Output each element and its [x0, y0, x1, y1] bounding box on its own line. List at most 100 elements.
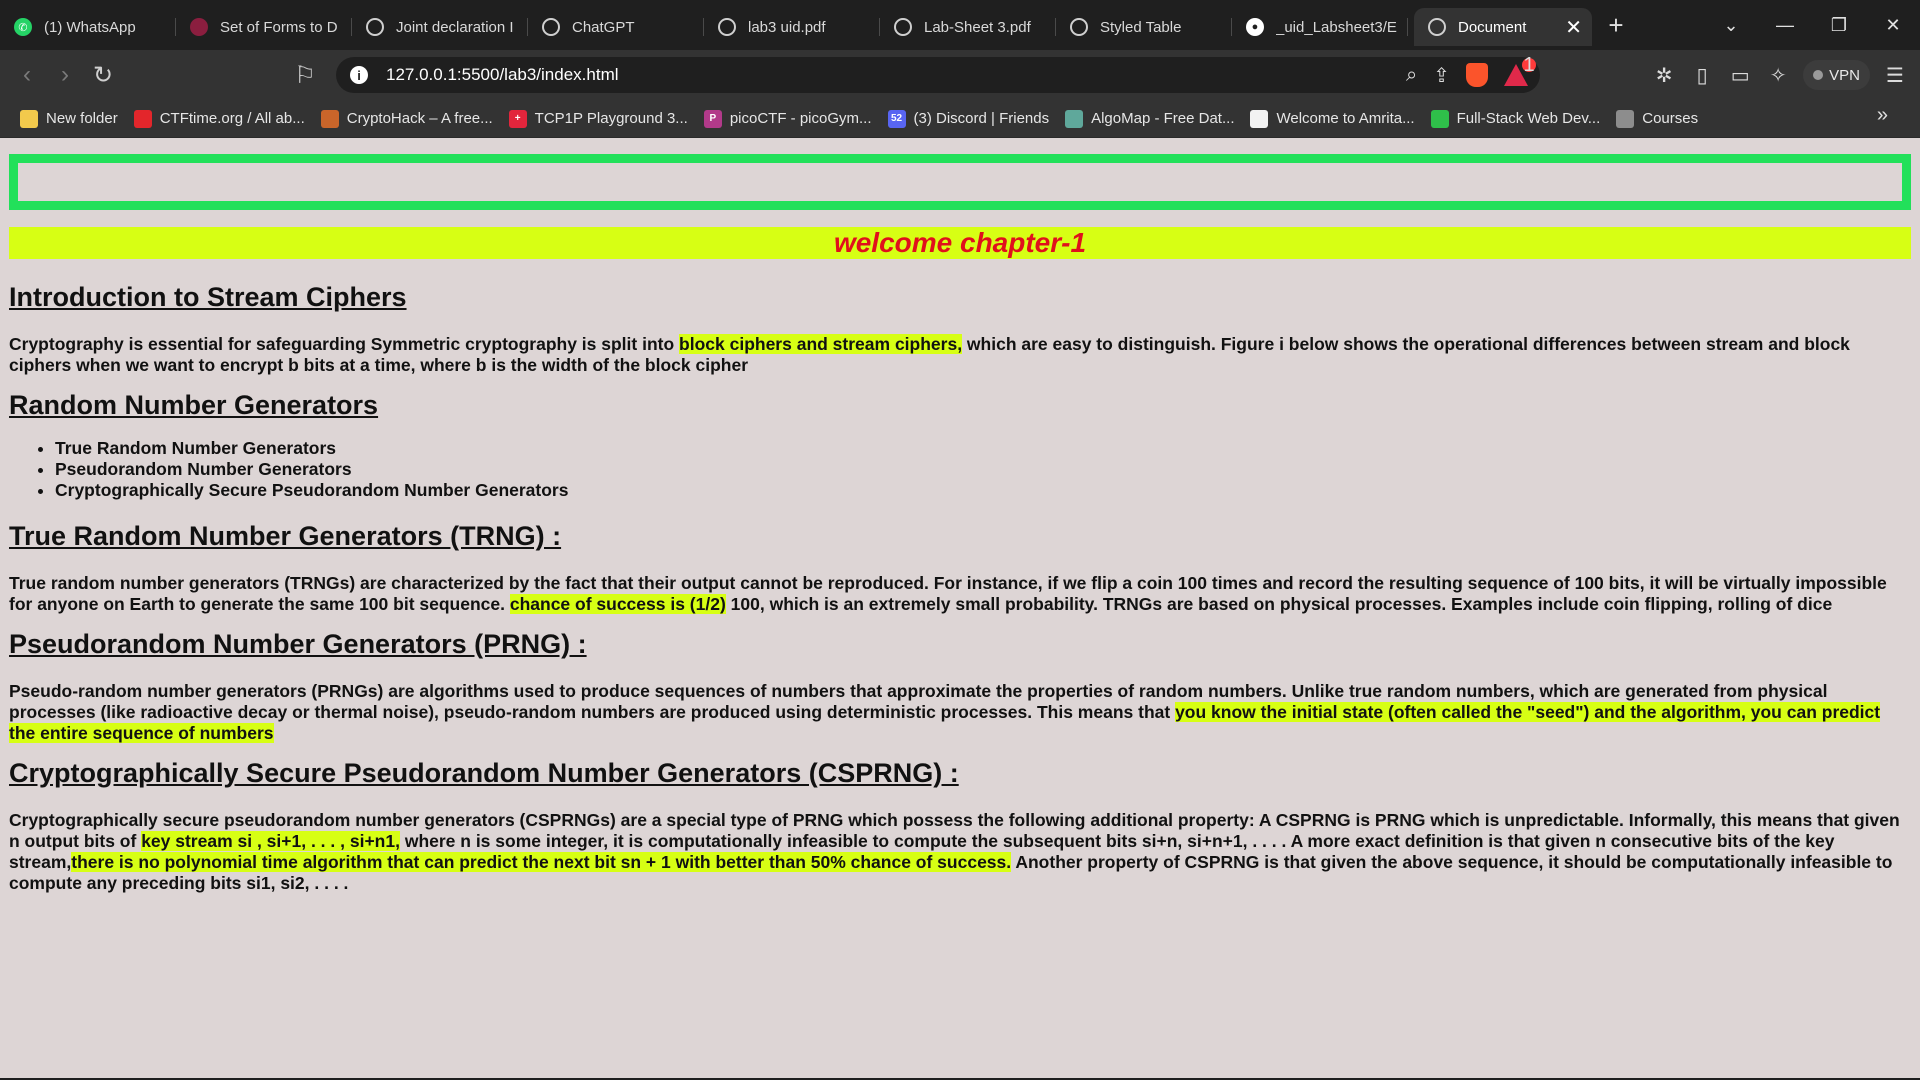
paragraph-csprng: Cryptographically secure pseudorandom nu…: [9, 810, 1909, 894]
tcp1p-icon: +: [508, 109, 527, 128]
address-bar-actions: ⌕ ⇪ 1: [1406, 55, 1536, 93]
heading-prng: Pseudorandom Number Generators (PRNG) :: [9, 629, 587, 659]
github-icon: ●: [1246, 18, 1264, 36]
green-bordered-box: [9, 154, 1911, 210]
bookmark-item[interactable]: + TCP1P Playground 3...: [501, 104, 696, 134]
heading-csprng: Cryptographically Secure Pseudorandom Nu…: [9, 758, 959, 788]
bookmark-label: picoCTF - picoGym...: [729, 110, 872, 127]
tab-7[interactable]: ● _uid_Labsheet3/E: [1232, 8, 1408, 46]
tab-search-chevron-icon[interactable]: ⌄: [1704, 0, 1758, 50]
rng-list: True Random Number Generators Pseudorand…: [55, 438, 1909, 501]
chatgpt-icon: ✣: [542, 18, 560, 36]
globe-icon: [718, 18, 736, 36]
bookmark-label: CryptoHack – A free...: [346, 110, 493, 127]
heading-intro: Introduction to Stream Ciphers: [9, 282, 407, 312]
discord-icon: 52: [887, 109, 906, 128]
bookmark-item[interactable]: Welcome to Amrita...: [1242, 104, 1422, 134]
tab-4[interactable]: lab3 uid.pdf: [704, 8, 880, 46]
brave-shields-icon[interactable]: [1466, 63, 1488, 87]
close-window-icon[interactable]: ✕: [1866, 0, 1920, 50]
bookmark-label: Full-Stack Web Dev...: [1456, 110, 1601, 127]
list-item: Cryptographically Secure Pseudorandom Nu…: [55, 480, 1909, 501]
share-icon[interactable]: ⇪: [1433, 63, 1450, 88]
reload-button[interactable]: ↻: [84, 56, 122, 94]
vpn-label: VPN: [1829, 66, 1860, 84]
wallet-icon[interactable]: ▭: [1721, 56, 1759, 94]
bookmark-label: Courses: [1642, 110, 1699, 127]
paragraph-intro: Cryptography is essential for safeguardi…: [9, 334, 1909, 376]
bookmark-item[interactable]: Full-Stack Web Dev...: [1423, 104, 1609, 134]
more-bookmarks-icon[interactable]: »: [1877, 104, 1888, 127]
address-bar[interactable]: i 127.0.0.1:5500/lab3/index.html ⌕ ⇪ 1: [336, 55, 1540, 93]
trng-highlight: chance of success is (1/2): [509, 594, 726, 614]
tab-0[interactable]: ✆ (1) WhatsApp: [0, 8, 176, 46]
globe-icon: [1070, 18, 1088, 36]
leo-ai-icon[interactable]: ✧: [1759, 56, 1797, 94]
globe-icon: [1428, 18, 1446, 36]
zoom-icon[interactable]: ⌕: [1406, 64, 1417, 87]
list-item: True Random Number Generators: [55, 438, 1909, 459]
url-text[interactable]: 127.0.0.1:5500/lab3/index.html: [386, 65, 619, 85]
tab-title: lab3 uid.pdf: [748, 18, 826, 36]
csprng-highlight-1: key stream si , si+1, . . . , si+n1,: [141, 831, 400, 851]
bookmark-item[interactable]: AlgoMap - Free Dat...: [1057, 104, 1242, 134]
tab-2[interactable]: Joint declaration I: [352, 8, 528, 46]
tab-5[interactable]: Lab-Sheet 3.pdf: [880, 8, 1056, 46]
paragraph-trng: True random number generators (TRNGs) ar…: [9, 573, 1909, 615]
page-content: welcome chapter-1 Introduction to Stream…: [0, 138, 1920, 1080]
paragraph-prng: Pseudo-random number generators (PRNGs) …: [9, 681, 1909, 744]
article: Introduction to Stream Ciphers Cryptogra…: [9, 274, 1909, 906]
close-icon[interactable]: ✕: [1565, 15, 1582, 40]
bookmark-item[interactable]: New folder: [12, 104, 126, 134]
tab-6[interactable]: Styled Table: [1056, 8, 1232, 46]
globe-icon: [366, 18, 384, 36]
bookmark-item[interactable]: Courses: [1608, 104, 1706, 134]
menu-icon[interactable]: ☰: [1876, 56, 1914, 94]
bookmark-item[interactable]: 52 (3) Discord | Friends: [880, 104, 1058, 134]
tab-title: (1) WhatsApp: [44, 18, 136, 36]
bookmark-label: (3) Discord | Friends: [913, 110, 1050, 127]
folder-icon: [20, 109, 38, 128]
welcome-banner: welcome chapter-1: [9, 227, 1911, 259]
site-info-icon[interactable]: i: [350, 66, 368, 84]
bookmark-item[interactable]: CTFtime.org / All ab...: [126, 104, 313, 134]
tabs-container: ✆ (1) WhatsApp Set of Forms to D Joint decl…: [0, 4, 1408, 46]
amrita-icon: [1250, 109, 1269, 128]
intro-highlight: block ciphers and stream ciphers,: [679, 334, 963, 354]
extensions-icon[interactable]: ✲: [1645, 56, 1683, 94]
bookmark-item[interactable]: PpicoCTF - picoGym...: [696, 104, 880, 134]
bookmark-icon[interactable]: ⚐: [286, 56, 324, 94]
tab-title: Lab-Sheet 3.pdf: [924, 18, 1031, 36]
heading-rng: Random Number Generators: [9, 390, 379, 420]
bookmark-item[interactable]: CryptoHack – A free...: [313, 104, 501, 134]
bookmarks-bar: New folder CTFtime.org / All ab... CryptoH…: [0, 100, 1920, 138]
forms-icon: [190, 18, 208, 36]
bookmarks-container: New folder CTFtime.org / All ab... CryptoH…: [12, 104, 1706, 134]
algomap-icon: [1065, 109, 1084, 128]
tab-3[interactable]: ✣ ChatGPT: [528, 8, 704, 46]
new-tab-button[interactable]: +: [1596, 5, 1636, 45]
restore-icon[interactable]: ❐: [1812, 0, 1866, 50]
intro-text-1: Cryptography is essential for safeguardi…: [9, 334, 680, 354]
minimize-icon[interactable]: —: [1758, 0, 1812, 50]
bookmark-label: AlgoMap - Free Dat...: [1091, 110, 1235, 127]
tab-1[interactable]: Set of Forms to D: [176, 8, 352, 46]
cryptohack-icon: [320, 109, 339, 128]
toolbar-right: ✲ ▯ ▭ ✧ VPN ☰: [1645, 50, 1920, 100]
bookmark-label: New folder: [46, 110, 118, 127]
tab-title: ChatGPT: [572, 18, 635, 36]
tab-active[interactable]: Document ✕: [1414, 8, 1592, 46]
alert-badge: 1: [1522, 54, 1536, 76]
sidebar-icon[interactable]: ▯: [1683, 56, 1721, 94]
window-controls: ⌄ — ❐ ✕: [1704, 0, 1920, 50]
tab-active-title: Document: [1458, 18, 1527, 36]
ctftime-icon: [133, 109, 152, 128]
back-button[interactable]: ‹: [8, 56, 46, 94]
forward-button[interactable]: ›: [46, 56, 84, 94]
tab-title: _uid_Labsheet3/E: [1276, 18, 1397, 36]
tab-title: Joint declaration I: [396, 18, 514, 36]
vpn-button[interactable]: VPN: [1803, 60, 1870, 90]
picoctf-icon: P: [703, 109, 722, 128]
tab-title: Styled Table: [1100, 18, 1182, 36]
brave-rewards-icon[interactable]: 1: [1504, 55, 1536, 86]
